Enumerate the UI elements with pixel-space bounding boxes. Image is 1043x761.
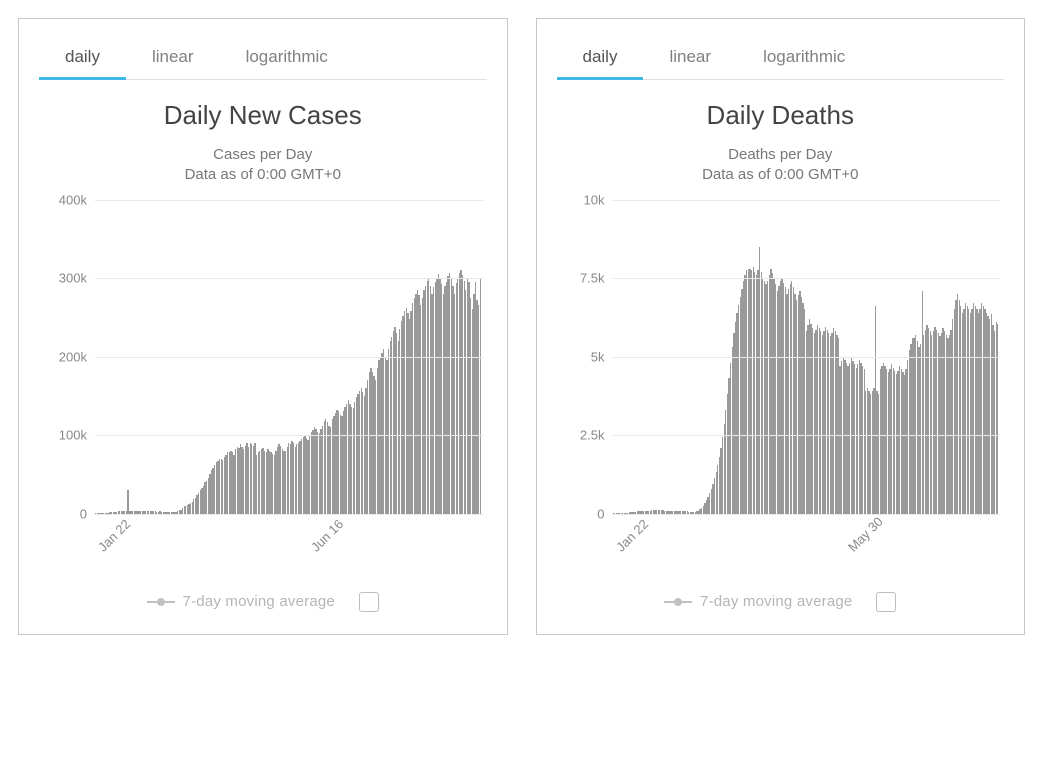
legend-item-ma7[interactable]: 7-day moving average [147,593,335,610]
tabs-cases: daily linear logarithmic [39,37,487,80]
bar[interactable] [127,490,128,514]
grid-line [613,200,1001,201]
tabs-deaths: daily linear logarithmic [557,37,1005,80]
chart-title-cases: Daily New Cases [33,100,493,131]
x-tick: May 30 [845,513,886,554]
y-tick: 100k [39,428,87,443]
grid-line [613,278,1001,279]
legend-swatch-icon [147,601,175,603]
legend-cases: 7-day moving average [33,592,493,612]
grid-line [613,435,1001,436]
tab-linear[interactable]: linear [126,37,220,79]
legend-deaths: 7-day moving average [551,592,1011,612]
tab-logarithmic[interactable]: logarithmic [737,37,871,79]
grid-line [95,278,483,279]
legend-label: 7-day moving average [183,593,335,610]
y-tick: 400k [39,192,87,207]
legend-label: 7-day moving average [700,593,852,610]
y-tick: 200k [39,349,87,364]
chart-title-deaths: Daily Deaths [551,100,1011,131]
legend-checkbox[interactable] [359,592,379,612]
y-tick: 2.5k [557,428,605,443]
grid-line [613,514,1001,515]
chart-subtitle-cases: Cases per Day Data as of 0:00 GMT+0 [33,145,493,186]
tab-daily[interactable]: daily [39,37,126,79]
legend-checkbox[interactable] [876,592,896,612]
bar[interactable] [480,278,481,514]
x-axis-cases: Jan 22 Jun 16 [95,516,483,556]
tab-logarithmic[interactable]: logarithmic [220,37,354,79]
chart-sub1-deaths: Deaths per Day [728,146,832,163]
plot-deaths[interactable] [613,200,1001,514]
x-tick: Jun 16 [308,516,346,554]
daily-deaths-panel: daily linear logarithmic Daily Deaths De… [536,18,1026,635]
y-axis-cases: 400k300k200k100k0 [39,200,89,514]
y-axis-deaths: 10k7.5k5k2.5k0 [557,200,607,514]
bar[interactable] [997,324,998,514]
grid-line [95,200,483,201]
plot-cases[interactable] [95,200,483,514]
y-tick: 300k [39,271,87,286]
y-tick: 0 [39,506,87,521]
chart-area-deaths: 10k7.5k5k2.5k0 Jan 22May 30 [557,200,1005,540]
legend-swatch-icon [664,601,692,603]
grid-line [95,514,483,515]
legend-item-ma7[interactable]: 7-day moving average [664,593,852,610]
x-axis-deaths: Jan 22 May 30 [613,516,1001,556]
chart-sub2-deaths: Data as of 0:00 GMT+0 [702,166,858,183]
y-tick: 10k [557,192,605,207]
y-tick: 7.5k [557,271,605,286]
grid-line [613,357,1001,358]
charts-row: daily linear logarithmic Daily New Cases… [0,0,1043,653]
x-tick: Jan 22 [95,516,133,554]
chart-sub1-cases: Cases per Day [213,146,312,163]
x-tick: Jan 22 [613,516,651,554]
chart-subtitle-deaths: Deaths per Day Data as of 0:00 GMT+0 [551,145,1011,186]
grid-line [95,435,483,436]
daily-cases-panel: daily linear logarithmic Daily New Cases… [18,18,508,635]
y-tick: 5k [557,349,605,364]
chart-area-cases: 400k300k200k100k0 Jan 22Jun 16 [39,200,487,540]
y-tick: 0 [557,506,605,521]
tab-daily[interactable]: daily [557,37,644,79]
chart-sub2-cases: Data as of 0:00 GMT+0 [185,166,341,183]
grid-line [95,357,483,358]
tab-linear[interactable]: linear [643,37,737,79]
